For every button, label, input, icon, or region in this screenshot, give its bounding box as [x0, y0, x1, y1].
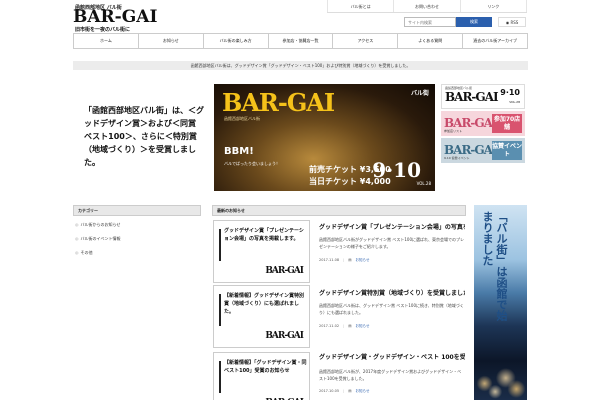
news-meta: 2017.10.05 | ▤ お知らせ	[319, 389, 369, 394]
news-meta: 2017.11.02 | ▤ お知らせ	[319, 324, 369, 329]
folder-icon: ▤	[348, 389, 352, 393]
side-banner-date: 9·10	[500, 88, 520, 97]
nav-item-faq[interactable]: よくある質問	[398, 34, 464, 48]
sidebar-item-label: バル街のイベント情報	[80, 236, 121, 241]
logo-tagline: 旧市街を一夜のバル街に	[75, 27, 131, 33]
hakodate-night-banner[interactable]: 「バル街」は函館で始まりました	[474, 205, 527, 400]
rss-label: RSS	[510, 20, 519, 25]
global-nav: ホーム お知らせ バル街の楽しみ方 参加店・協賛店一覧 アクセス よくある質問 …	[73, 33, 528, 49]
side-banner-shops[interactable]: BAR-GAI 参加店リスト 参加70店舗	[441, 111, 525, 136]
award-message: 「函館西部地区バル街」は、＜グッドデザイン賞＞および＜同賞ベスト100＞、さらに…	[84, 106, 204, 167]
folder-icon: ▤	[348, 324, 352, 328]
top-link-about[interactable]: バル街とは	[327, 0, 393, 12]
nav-item-news[interactable]: お知らせ	[138, 34, 204, 48]
sidebar-heading: カテゴリー	[73, 205, 201, 216]
news-category[interactable]: お知らせ	[356, 389, 370, 393]
news-date: 2017.11.02	[319, 324, 340, 328]
sidebar-item-label: その他	[80, 250, 93, 255]
sidebar-item-label: バル街からのお知らせ	[80, 222, 121, 227]
thumb-text: 【新着情報】グッドデザイン賞特別賞（地域づくり）にも選ばれました。	[224, 293, 305, 315]
nav-item-archive[interactable]: 過去のバル街アーカイブ	[463, 34, 528, 48]
news-title[interactable]: グッドデザイン賞特別賞（地域づくり）を受賞しました	[319, 288, 465, 297]
banner-title: BAR-GAI	[222, 88, 335, 117]
banner-logo: バル街	[410, 90, 429, 97]
main-event-banner[interactable]: BAR-GAI バル街 函館西部地区バル街 BBM! バルでぱったり会いましょう…	[214, 84, 435, 191]
notice-bar[interactable]: 函館西部地区バル街は、グッドデザイン賞「グッドデザイン・ベスト100」および特別…	[73, 61, 528, 70]
news-date: 2017.11.08	[319, 258, 340, 262]
side-banner-small: 参加店リスト	[444, 129, 463, 133]
news-title[interactable]: グッドデザイン賞「プレゼンテーション会場」の写真を掲載しました	[319, 222, 465, 231]
side-banner-event[interactable]: 函館西部地区バル街 BAR-GAI 9·10 VOL.28	[441, 84, 525, 109]
news-thumbnail[interactable]: 【新着情報】グッドデザイン賞特別賞（地域づくり）にも選ばれました。 BAR-GA…	[213, 285, 310, 348]
banner-bbm: BBM!	[224, 146, 254, 157]
news-category[interactable]: お知らせ	[356, 258, 370, 262]
meta-separator: |	[343, 258, 345, 262]
city-lights-image	[474, 345, 527, 400]
side-banner-title: BAR-GAI	[445, 90, 499, 104]
side-banner-sponsor-events[interactable]: BAR-GAI 9.10 協賛イベント 協賛イベント	[441, 138, 525, 163]
news-title[interactable]: グッドデザイン賞・グッドデザイン・ベスト 100を受賞しました	[319, 352, 465, 361]
news-desc: 函館西部地区バル街がグッドデザイン賞 ベスト100に選ばれ、東京会場でのプレゼン…	[319, 237, 465, 249]
top-link-links[interactable]: リンク	[459, 0, 527, 12]
sidebar-item[interactable]: ◎ その他	[75, 250, 93, 256]
thumb-logo: BAR-GAI	[265, 266, 304, 276]
rss-link[interactable]: ◉ RSS	[498, 17, 526, 27]
sidebar-item[interactable]: ◎ バル街のイベント情報	[75, 236, 121, 242]
top-link-contact[interactable]: お問い合わせ	[393, 0, 459, 12]
thumb-text: グッドデザイン賞「プレゼンテーション会場」の写真を掲載します。	[224, 228, 304, 242]
thumb-accent-line	[219, 294, 221, 326]
thumb-accent-line	[219, 361, 221, 393]
folder-icon: ▤	[348, 258, 352, 262]
nav-item-home[interactable]: ホーム	[74, 34, 139, 48]
top-links: バル街とは お問い合わせ リンク	[327, 0, 527, 13]
nav-item-access[interactable]: アクセス	[333, 34, 399, 48]
side-banner-vol: VOL.28	[509, 100, 520, 104]
thumb-accent-line	[219, 229, 221, 261]
nav-item-howto[interactable]: バル街の楽しみ方	[203, 34, 269, 48]
side-banner-title: BAR-GAI	[444, 116, 498, 130]
side-banner-badge: 参加70店舗	[492, 114, 522, 133]
search-input[interactable]	[404, 17, 456, 27]
sidebar-item[interactable]: ◎ バル街からのお知らせ	[75, 222, 120, 228]
site-logo[interactable]: BAR-GAI	[73, 9, 157, 26]
bullet-icon: ◎	[75, 222, 79, 227]
news-thumbnail[interactable]: グッドデザイン賞「プレゼンテーション会場」の写真を掲載します。 BAR-GAI	[213, 220, 310, 283]
search-button[interactable]: 検索	[456, 17, 492, 27]
thumb-text: 【新着情報】「グッドデザイン賞・同ベスト100」受賞のお知らせ	[224, 360, 307, 374]
news-desc: 函館西部地区バル街は、グッドデザイン賞 ベスト100に続き、特別賞（地域づくり）…	[319, 303, 464, 315]
banner-subtitle: 函館西部地区バル街	[224, 116, 260, 121]
news-desc: 函館西部地区バル街が、2017年度グッドデザイン賞およびグッドデザイン・ベスト1…	[319, 369, 462, 381]
banner-bbm-sub: バルでぱったり会いましょう！	[224, 161, 280, 166]
news-meta: 2017.11.08 | ▤ お知らせ	[319, 258, 369, 263]
news-thumbnail[interactable]: 【新着情報】「グッドデザイン賞・同ベスト100」受賞のお知らせ BAR-GAI	[213, 352, 310, 400]
side-banner-small: 9.10 協賛イベント	[444, 156, 470, 160]
side-banner-title: BAR-GAI	[444, 143, 498, 157]
news-category[interactable]: お知らせ	[356, 324, 370, 328]
news-date: 2017.10.05	[319, 389, 340, 393]
bullet-icon: ◎	[75, 236, 79, 241]
meta-separator: |	[343, 324, 345, 328]
thumb-logo: BAR-GAI	[265, 331, 304, 341]
nav-item-shops[interactable]: 参加店・協賛店一覧	[268, 34, 334, 48]
news-heading: 最新のお知らせ	[212, 205, 466, 216]
side-banner-badge: 協賛イベント	[492, 141, 523, 160]
banner-date: 9·10	[372, 158, 421, 182]
night-banner-text: 「バル街」は函館で始まりました	[481, 211, 508, 321]
bullet-icon: ◎	[75, 250, 79, 255]
banner-vol: VOL.28	[416, 181, 431, 186]
meta-separator: |	[343, 389, 345, 393]
